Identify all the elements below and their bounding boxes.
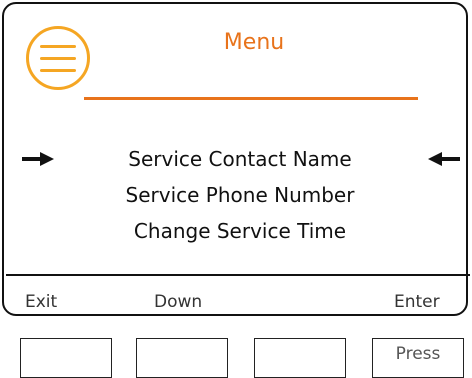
page-title: Menu — [223, 30, 285, 55]
menu-item-service-phone-number[interactable]: Service Phone Number — [4, 182, 472, 218]
softkey-down[interactable]: Down — [154, 292, 202, 312]
menu-item-change-service-time[interactable]: Change Service Time — [4, 218, 472, 254]
menu-icon-bar — [40, 69, 76, 72]
menu-list: Service Contact Name Service Phone Numbe… — [4, 146, 472, 254]
display-screen: Menu Service Contact Name Service Phone … — [2, 2, 470, 316]
menu-icon-bar — [40, 57, 76, 60]
menu-icon-bar — [40, 45, 76, 48]
hardware-button-3[interactable] — [254, 338, 346, 378]
hardware-button-exit[interactable] — [20, 338, 112, 378]
hardware-button-enter[interactable]: Press — [372, 338, 464, 378]
softkey-enter[interactable]: Enter — [394, 292, 440, 312]
softkey-exit[interactable]: Exit — [25, 292, 57, 312]
title-underline — [84, 97, 418, 100]
hamburger-menu-icon[interactable] — [26, 26, 90, 90]
hardware-button-down[interactable] — [136, 338, 228, 378]
press-label: Press — [395, 344, 441, 364]
softkey-divider — [6, 274, 470, 276]
menu-item-service-contact-name[interactable]: Service Contact Name — [4, 146, 472, 182]
